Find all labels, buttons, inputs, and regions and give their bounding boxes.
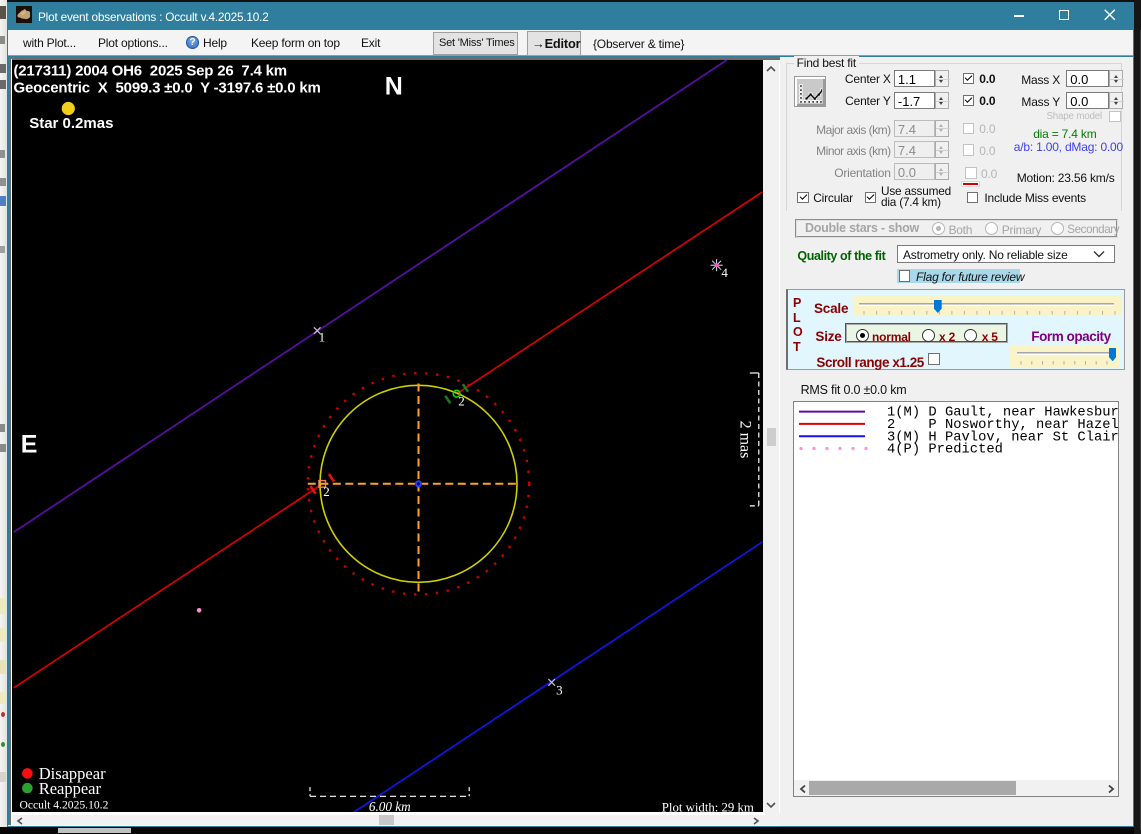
svg-text:3: 3 [556,682,563,697]
svg-text:Reappear: Reappear [39,778,102,797]
svg-text:Plot width: 29 km: Plot width: 29 km [662,800,754,812]
svg-text:4(P) Predicted: 4(P) Predicted [887,442,1003,458]
svg-text:(217311) 2004 OH6 2025 Sep 26: (217311) 2004 OH6 2025 Sep 26 7.4 km [14,62,287,79]
svg-text:2 mas: 2 mas [737,420,754,458]
svg-text:E: E [21,430,38,458]
svg-text:Star 0.2mas: Star 0.2mas [29,115,113,132]
svg-text:2: 2 [458,393,465,408]
svg-text:2: 2 [323,484,330,499]
svg-text:Occult 4.2025.10.2: Occult 4.2025.10.2 [20,798,109,811]
svg-text:Geocentric X 5099.3 ±0.0 Y: Geocentric X 5099.3 ±0.0 Y -3197.6 ±0.0 … [14,79,321,96]
svg-text:N: N [385,72,403,100]
svg-text:1: 1 [319,329,326,344]
svg-text:6.00 km: 6.00 km [369,799,411,813]
svg-text:4: 4 [722,265,729,280]
